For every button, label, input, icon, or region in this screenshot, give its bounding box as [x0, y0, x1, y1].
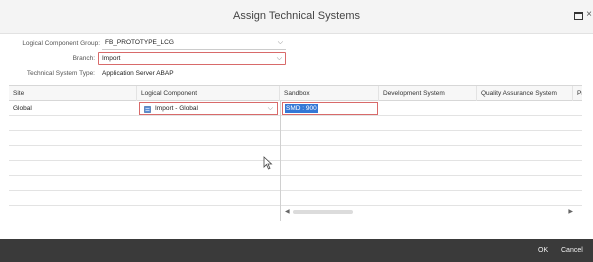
chevron-down-icon: ⌵ [277, 39, 283, 46]
close-icon[interactable]: × [586, 9, 592, 20]
site-cell: Global [13, 105, 32, 112]
table-row [9, 146, 582, 161]
col-logical-component[interactable]: Logical Component [137, 86, 280, 101]
lcg-row: Logical Component Group: FB_PROTOTYPE_LC… [0, 37, 300, 50]
chevron-down-icon: ⌵ [276, 55, 282, 62]
systems-table: Site Logical Component Sandbox Developme… [9, 85, 582, 221]
tst-row: Technical System Type: Application Serve… [0, 67, 300, 80]
table-row [9, 116, 582, 131]
qa-cell[interactable] [477, 101, 573, 116]
frozen-column-divider [280, 101, 281, 221]
table-row [9, 161, 582, 176]
cancel-button[interactable]: Cancel [561, 239, 583, 262]
table-header: Site Logical Component Sandbox Developme… [9, 86, 582, 101]
col-development-system[interactable]: Development System [379, 86, 477, 101]
chevron-down-icon: ⌵ [267, 105, 273, 112]
logical-component-value: Import - Global [155, 105, 198, 112]
lcg-value: FB_PROTOTYPE_LCG [105, 39, 174, 46]
table-row [9, 131, 582, 146]
col-sandbox[interactable]: Sandbox [280, 86, 379, 101]
dialog-footer: OK Cancel [0, 239, 593, 262]
mouse-cursor-icon [263, 156, 273, 170]
lcg-select[interactable]: FB_PROTOTYPE_LCG ⌵ [102, 37, 286, 50]
logical-component-select[interactable]: Import - Global ⌵ [139, 102, 278, 115]
col-pr[interactable]: Pr [573, 86, 582, 101]
tst-value: Application Server ABAP [102, 70, 174, 77]
col-qa-system[interactable]: Quality Assurance System [477, 86, 573, 101]
lcg-label: Logical Component Group: [22, 40, 100, 47]
sandbox-input[interactable]: SMD : 900 [282, 102, 378, 115]
table-row [9, 176, 582, 191]
dialog-titlebar: Assign Technical Systems × [0, 0, 593, 34]
development-cell[interactable] [379, 101, 477, 116]
sandbox-value: SMD : 900 [285, 104, 318, 113]
branch-label: Branch: [72, 55, 95, 62]
table-row[interactable]: Global Import - Global ⌵ SMD : 900 [9, 101, 582, 116]
branch-select[interactable]: Import ⌵ [98, 52, 286, 65]
scroll-left-icon[interactable]: ◀ [285, 208, 290, 216]
logical-component-icon [144, 106, 151, 113]
scroll-right-icon[interactable]: ▶ [568, 208, 573, 216]
table-row [9, 191, 582, 206]
branch-value: Import [102, 55, 121, 62]
tst-label: Technical System Type: [26, 70, 95, 77]
maximize-icon[interactable] [574, 12, 583, 20]
col-site[interactable]: Site [9, 86, 137, 101]
scroll-thumb[interactable] [293, 210, 353, 214]
horizontal-scrollbar[interactable]: ◀ ▶ [283, 208, 575, 216]
dialog-title: Assign Technical Systems [233, 10, 360, 22]
branch-row: Branch: Import ⌵ [0, 52, 300, 65]
ok-button[interactable]: OK [538, 239, 548, 262]
